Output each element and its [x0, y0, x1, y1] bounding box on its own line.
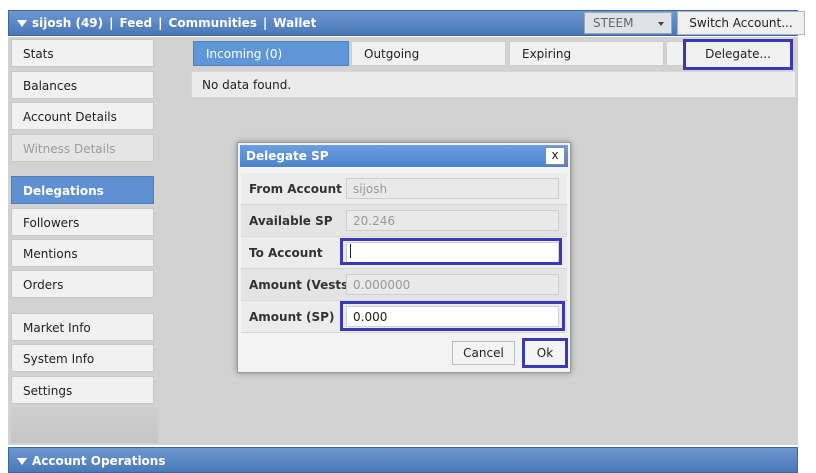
to-account-label: To Account	[249, 246, 323, 260]
chevron-down-icon	[658, 22, 664, 26]
sidebar-item-market-info[interactable]: Market Info	[11, 313, 154, 341]
nav-separator: |	[109, 16, 114, 30]
nav-wallet-link[interactable]: Wallet	[273, 16, 316, 30]
sidebar-item-settings[interactable]: Settings	[11, 376, 154, 404]
nav-communities-link[interactable]: Communities	[169, 16, 257, 30]
collapse-triangle-icon	[17, 458, 27, 465]
dialog-button-row	[241, 339, 567, 371]
amount-sp-label: Amount (SP)	[249, 310, 335, 324]
available-sp-label: Available SP	[249, 214, 333, 228]
dialog-title-bar: Delegate SP x	[240, 145, 568, 167]
sidebar-item-orders[interactable]: Orders	[11, 270, 154, 298]
sidebar-item-delegations[interactable]: Delegations	[11, 176, 154, 204]
nav-user-link[interactable]: sijosh (49)	[32, 16, 103, 30]
close-button[interactable]: x	[545, 147, 565, 165]
sidebar-item-followers[interactable]: Followers	[11, 208, 154, 236]
amount-sp-highlight	[340, 301, 565, 331]
amount-vests-field: 0.000000	[346, 274, 559, 295]
sidebar-item-stats[interactable]: Stats	[11, 39, 154, 67]
tab-incoming[interactable]: Incoming (0)	[193, 41, 349, 66]
to-account-highlight	[340, 238, 562, 265]
available-sp-field: 20.246	[346, 210, 559, 231]
tab-expiring[interactable]: Expiring	[509, 41, 664, 66]
from-account-label: From Account	[249, 182, 342, 196]
text-cursor	[350, 244, 351, 258]
dialog-title: Delegate SP	[246, 149, 329, 163]
delegations-table-row: No data found.	[191, 71, 796, 98]
from-account-field: sijosh	[346, 178, 559, 199]
delegate-button[interactable]: Delegate...	[683, 39, 793, 70]
sidebar-item-system-info[interactable]: System Info	[11, 344, 154, 372]
tab-outgoing[interactable]: Outgoing	[351, 41, 506, 66]
account-operations-label: Account Operations	[32, 454, 166, 468]
wallet-app: sijosh (49) | Feed | Communities | Wallet STEE…	[0, 0, 816, 473]
account-operations-bar[interactable]: Account Operations	[8, 447, 798, 473]
sidebar-item-account-details[interactable]: Account Details	[11, 102, 154, 130]
form-row-available-sp: Available SP 20.246	[241, 205, 567, 237]
no-data-message: No data found.	[202, 78, 292, 92]
top-nav-bar: sijosh (49) | Feed | Communities | Wallet STEE…	[8, 10, 805, 36]
nav-separator: |	[158, 16, 163, 30]
ok-button[interactable]: Ok	[522, 338, 568, 368]
switch-account-button[interactable]: Switch Account...	[677, 11, 805, 35]
sidebar-item-witness-details: Witness Details	[11, 134, 154, 162]
currency-select[interactable]: STEEM	[584, 12, 672, 34]
cancel-button[interactable]: Cancel	[452, 341, 515, 365]
sidebar-item-mentions[interactable]: Mentions	[11, 239, 154, 267]
sidebar-item-balances[interactable]: Balances	[11, 71, 154, 99]
close-icon: x	[551, 148, 559, 162]
nav-separator: |	[262, 16, 268, 30]
sidebar-footer	[11, 407, 158, 443]
form-row-amount-vests: Amount (Vests) 0.000000	[241, 269, 567, 301]
top-nav-links: sijosh (49) | Feed | Communities | Wallet	[32, 16, 316, 30]
nav-feed-link[interactable]: Feed	[120, 16, 153, 30]
currency-select-value: STEEM	[593, 16, 634, 30]
collapse-triangle-icon[interactable]	[17, 20, 27, 27]
form-row-from-account: From Account sijosh	[241, 173, 567, 205]
amount-vests-label: Amount (Vests)	[249, 278, 354, 292]
